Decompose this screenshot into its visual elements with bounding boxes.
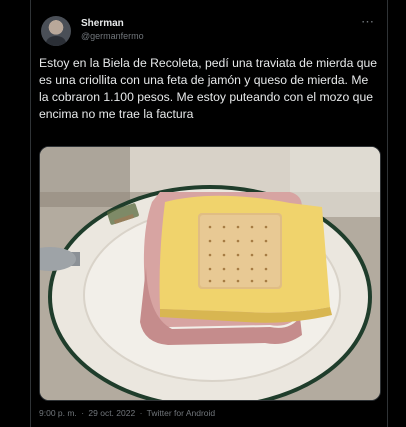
tweet-time[interactable]: 9:00 p. m.: [39, 408, 77, 418]
author-name[interactable]: Sherman: [81, 18, 124, 29]
tweet-photo[interactable]: [39, 146, 381, 401]
meta-separator: ·: [139, 408, 143, 418]
tweet-client[interactable]: Twitter for Android: [147, 408, 216, 418]
avatar[interactable]: [41, 16, 71, 46]
meta-separator: ·: [81, 408, 85, 418]
author-handle[interactable]: @germanfermo: [81, 31, 144, 41]
tweet-card: Sherman @germanfermo ⋯ Estoy en la Biela…: [30, 0, 388, 427]
tweet-text: Estoy en la Biela de Recoleta, pedí una …: [39, 56, 378, 121]
more-options-icon[interactable]: ⋯: [361, 14, 375, 30]
food-photo-image: [40, 147, 380, 400]
tweet-meta: 9:00 p. m. · 29 oct. 2022 · Twitter for …: [39, 408, 217, 418]
tweet-date[interactable]: 29 oct. 2022: [88, 408, 135, 418]
